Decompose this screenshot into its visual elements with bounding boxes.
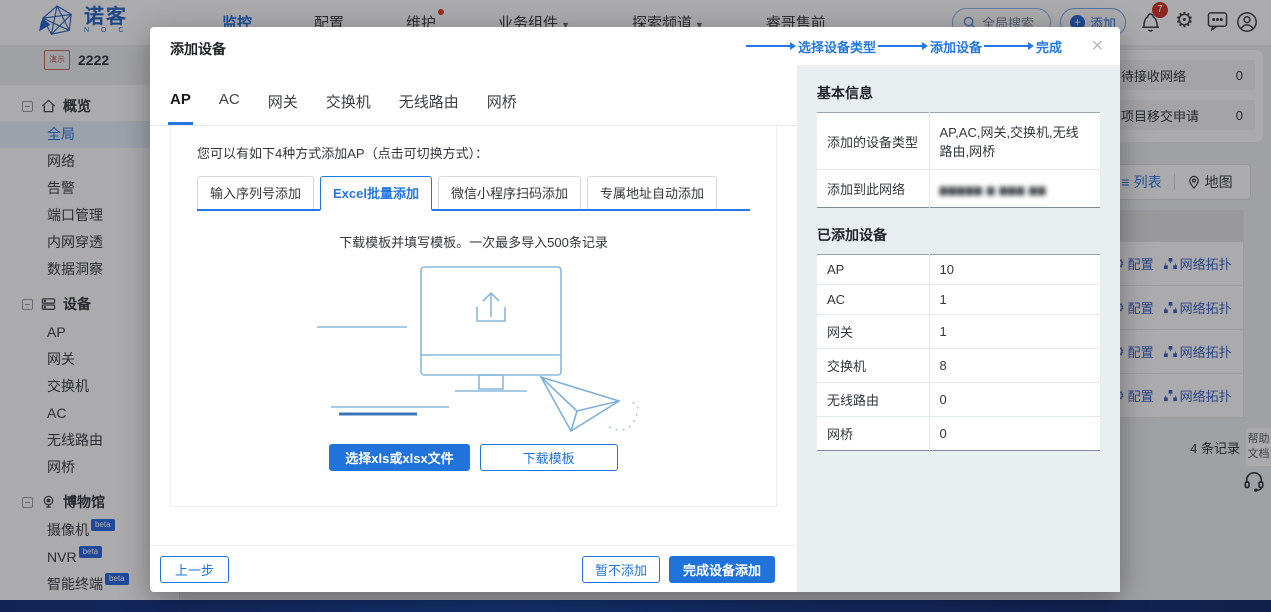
table-row: AP10 xyxy=(817,255,1100,285)
previous-step-button[interactable]: 上一步 xyxy=(160,556,229,583)
step-arrow-icon xyxy=(922,42,928,50)
target-network-label: 添加到此网络 xyxy=(817,170,929,208)
modal-header: 添加设备 选择设备类型 添加设备 完成 ✕ xyxy=(150,27,1120,65)
upload-buttons: 选择xls或xlsx文件 下载模板 xyxy=(197,444,750,471)
modal-left-column: AP AC 网关 交换机 无线路由 网桥 您可以有如下4种方式添加AP（点击可切… xyxy=(150,65,797,592)
step-line xyxy=(878,45,922,47)
step-line xyxy=(746,45,790,47)
tab-wireless-router[interactable]: 无线路由 xyxy=(399,91,459,125)
stepper: 选择设备类型 添加设备 完成 xyxy=(746,27,1064,65)
excel-import-panel: 下载模板并填写模板。一次最多导入500条记录 xyxy=(197,232,750,471)
app-screen: 诺客 N O C 监控 配置 维护 业务组件▼ 探索频道▼ 睿哥售前 全局搜索 … xyxy=(0,0,1271,612)
table-row: 添加到此网络 ▆▆▆▆▆ ▆ ▆▆▆ ▆▆ xyxy=(817,170,1100,208)
count-value: 1 xyxy=(929,285,1100,315)
method-tab-wechat-scan[interactable]: 微信小程序扫码添加 xyxy=(438,176,581,209)
add-method-box: 您可以有如下4种方式添加AP（点击可切换方式）： 输入序列号添加 Excel批量… xyxy=(170,126,777,507)
basic-info-table: 添加的设备类型 AP,AC,网关,交换机,无线路由,网桥 添加到此网络 ▆▆▆▆… xyxy=(817,112,1100,208)
table-row: AC1 xyxy=(817,285,1100,315)
step-select-type: 选择设备类型 xyxy=(798,37,876,56)
table-row: 添加的设备类型 AP,AC,网关,交换机,无线路由,网桥 xyxy=(817,113,1100,170)
upload-illustration xyxy=(309,259,639,437)
download-template-button[interactable]: 下载模板 xyxy=(480,444,618,471)
added-devices-title: 已添加设备 xyxy=(817,225,1100,245)
method-tab-excel[interactable]: Excel批量添加 xyxy=(320,176,432,211)
tab-ap[interactable]: AP xyxy=(170,91,191,125)
method-tab-auto-address[interactable]: 专属地址自动添加 xyxy=(587,176,717,209)
modal-footer: 上一步 暂不添加 完成设备添加 xyxy=(150,545,797,592)
step-line xyxy=(984,45,1028,47)
device-type-label: 添加的设备类型 xyxy=(817,113,929,170)
step-arrow-icon xyxy=(790,42,796,50)
step-add-device: 添加设备 xyxy=(930,37,982,56)
modal-title: 添加设备 xyxy=(170,39,226,59)
table-row: 网关1 xyxy=(817,315,1100,349)
target-network-value-redacted: ▆▆▆▆▆ ▆ ▆▆▆ ▆▆ xyxy=(940,185,1047,196)
table-row: 无线路由0 xyxy=(817,383,1100,417)
basic-info-title: 基本信息 xyxy=(817,83,1100,103)
count-value: 1 xyxy=(929,315,1100,349)
finish-add-button[interactable]: 完成设备添加 xyxy=(669,556,775,583)
step-arrow-icon xyxy=(1028,42,1034,50)
choose-file-button[interactable]: 选择xls或xlsx文件 xyxy=(329,444,469,471)
device-type-tabs: AP AC 网关 交换机 无线路由 网桥 xyxy=(150,65,797,126)
tab-ac[interactable]: AC xyxy=(219,91,240,125)
count-value: 8 xyxy=(929,349,1100,383)
method-intro-text: 您可以有如下4种方式添加AP（点击可切换方式）： xyxy=(197,143,750,162)
method-tabs: 输入序列号添加 Excel批量添加 微信小程序扫码添加 专属地址自动添加 xyxy=(197,176,750,211)
tab-switch[interactable]: 交换机 xyxy=(326,91,371,125)
table-row: 交换机8 xyxy=(817,349,1100,383)
table-row: 网桥0 xyxy=(817,417,1100,451)
added-devices-table: AP10 AC1 网关1 交换机8 无线路由0 网桥0 xyxy=(817,254,1100,451)
tab-gateway[interactable]: 网关 xyxy=(268,91,298,125)
modal-summary-panel: 基本信息 添加的设备类型 AP,AC,网关,交换机,无线路由,网桥 添加到此网络… xyxy=(797,65,1120,592)
skip-add-button[interactable]: 暂不添加 xyxy=(582,556,660,583)
method-tab-serial[interactable]: 输入序列号添加 xyxy=(197,176,314,209)
step-done: 完成 xyxy=(1036,37,1062,56)
add-device-modal: 添加设备 选择设备类型 添加设备 完成 ✕ AP AC 网关 交换机 无线路由 … xyxy=(150,27,1120,592)
template-hint: 下载模板并填写模板。一次最多导入500条记录 xyxy=(197,232,750,251)
count-value: 10 xyxy=(929,255,1100,285)
close-icon[interactable]: ✕ xyxy=(1091,36,1104,56)
count-value: 0 xyxy=(929,383,1100,417)
tab-bridge[interactable]: 网桥 xyxy=(487,91,517,125)
device-type-value: AP,AC,网关,交换机,无线路由,网桥 xyxy=(929,113,1100,170)
count-value: 0 xyxy=(929,417,1100,451)
